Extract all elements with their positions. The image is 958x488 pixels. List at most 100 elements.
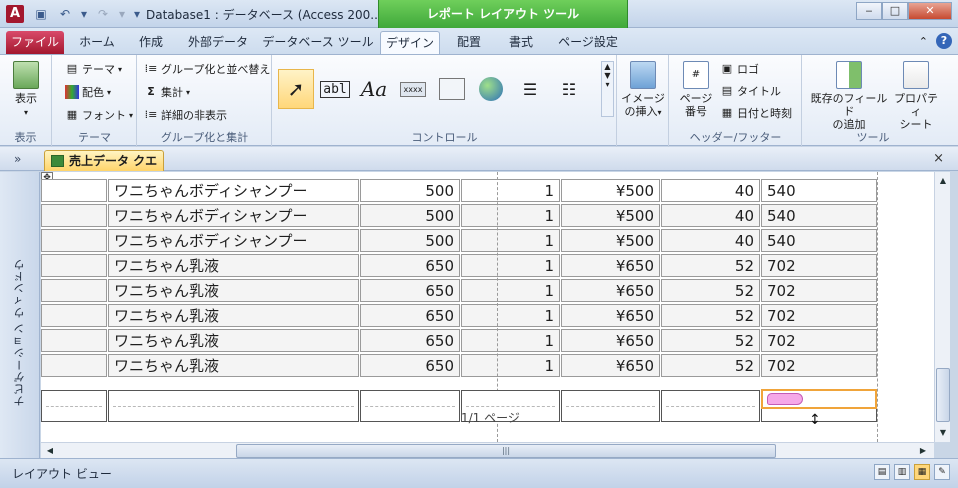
view-button[interactable]: 表示 ▾ [6,61,46,119]
cell-price[interactable]: 650 [360,354,460,377]
document-tab[interactable]: 売上データ クエリ [44,150,164,188]
cell-price[interactable]: 650 [360,254,460,277]
cell-amount[interactable]: ¥650 [561,354,660,377]
table-row[interactable]: ワニちゃん乳液 650 1 ¥650 52 702 [41,353,881,378]
cell-qty[interactable]: 1 [461,354,560,377]
footer-cell[interactable] [108,390,359,422]
cell-blank[interactable] [41,229,107,252]
cell-tax[interactable]: 52 [661,254,760,277]
select-pointer-icon[interactable]: ➚ [278,69,314,109]
tab-design[interactable]: デザイン [380,31,440,54]
cell-tax[interactable]: 52 [661,304,760,327]
cell-amount[interactable]: ¥650 [561,254,660,277]
cell-name[interactable]: ワニちゃん乳液 [108,329,359,352]
cell-tax[interactable]: 40 [661,204,760,227]
combo-box-icon[interactable]: ☰ [512,69,548,109]
cell-price[interactable]: 650 [360,304,460,327]
cell-blank[interactable] [41,254,107,277]
cell-tax[interactable]: 52 [661,354,760,377]
cell-price[interactable]: 500 [360,229,460,252]
tab-database-tools[interactable]: データベース ツール [262,31,374,54]
cell-qty[interactable]: 1 [461,304,560,327]
scroll-left-icon[interactable]: ◀ [43,444,57,458]
cell-blank[interactable] [41,204,107,227]
table-row[interactable]: ワニちゃん乳液 650 1 ¥650 52 702 [41,278,881,303]
cell-blank[interactable] [41,304,107,327]
cell-name[interactable]: ワニちゃん乳液 [108,254,359,277]
customize-qat-icon[interactable]: ▾ [132,5,142,23]
cell-total[interactable]: 702 [761,254,877,277]
cell-total[interactable]: 540 [761,229,877,252]
selected-control[interactable] [761,389,877,409]
cell-price[interactable]: 500 [360,179,460,202]
document-close-button[interactable]: × [933,151,944,166]
cell-tax[interactable]: 40 [661,229,760,252]
cell-name[interactable]: ワニちゃんボディシャンプー [108,179,359,202]
cell-name[interactable]: ワニちゃん乳液 [108,304,359,327]
tab-page-setup[interactable]: ページ設定 [550,31,626,54]
cell-total[interactable]: 702 [761,279,877,302]
theme-button[interactable]: ▤ テーマ ▾ [65,61,122,77]
tab-arrange[interactable]: 配置 [446,31,492,54]
cell-blank[interactable] [41,179,107,202]
cell-tax[interactable]: 52 [661,329,760,352]
totals-button[interactable]: Σ 集計 ▾ [144,84,190,100]
page-number-button[interactable]: # ページ 番号 [676,61,716,118]
cell-price[interactable]: 650 [360,329,460,352]
close-button[interactable]: ✕ [908,2,952,20]
gallery-scroll[interactable]: ▲ ▼ ▾ [601,61,614,117]
datetime-button[interactable]: ▦ 日付と時刻 [720,105,792,121]
cell-qty[interactable]: 1 [461,204,560,227]
save-icon[interactable]: ▣ [32,5,50,23]
nav-pane-toggle[interactable]: » [14,152,21,166]
tab-control-icon[interactable] [434,69,470,109]
cell-total[interactable]: 702 [761,304,877,327]
undo-icon[interactable]: ↶ [56,5,74,23]
cell-name[interactable]: ワニちゃんボディシャンプー [108,229,359,252]
textbox-control[interactable]: abl [317,69,353,109]
table-row[interactable]: ワニちゃんボディシャンプー 500 1 ¥500 40 540 [41,228,881,253]
property-sheet-button[interactable]: プロパティ シート [891,61,941,131]
hide-details-button[interactable]: ⁞≡ 詳細の非表示 [144,107,227,123]
group-sort-button[interactable]: ⁞≡ グループ化と並べ替え [144,61,271,77]
navigation-pane[interactable]: ナビゲーション ウィンドウ [0,172,40,458]
minimize-button[interactable]: ‒ [856,2,882,20]
access-app-icon[interactable]: A [6,5,24,23]
label-control[interactable]: Aa [356,69,392,109]
cell-blank[interactable] [41,279,107,302]
minimize-ribbon-icon[interactable]: ⌃ [919,35,928,48]
scroll-down-icon[interactable]: ▼ [936,426,950,440]
cell-amount[interactable]: ¥500 [561,229,660,252]
tab-create[interactable]: 作成 [126,31,176,54]
design-view-icon[interactable]: ✎ [934,464,950,480]
cell-total[interactable]: 702 [761,329,877,352]
cell-tax[interactable]: 40 [661,179,760,202]
cell-blank[interactable] [41,354,107,377]
tab-home[interactable]: ホーム [70,31,124,54]
cell-qty[interactable]: 1 [461,279,560,302]
cell-qty[interactable]: 1 [461,254,560,277]
scroll-right-icon[interactable]: ▶ [916,444,930,458]
table-row[interactable]: ワニちゃん乳液 650 1 ¥650 52 702 [41,328,881,353]
cell-qty[interactable]: 1 [461,229,560,252]
layout-view-icon[interactable]: ▦ [914,464,930,480]
hyperlink-globe-icon[interactable] [473,69,509,109]
footer-cell[interactable] [360,390,460,422]
table-row[interactable]: ワニちゃん乳液 650 1 ¥650 52 702 [41,253,881,278]
cell-price[interactable]: 500 [360,204,460,227]
tab-format[interactable]: 書式 [498,31,544,54]
logo-button[interactable]: ▣ ロゴ [720,61,759,77]
table-row[interactable]: ワニちゃんボディシャンプー 500 1 ¥500 40 540 [41,178,881,203]
cell-name[interactable]: ワニちゃんボディシャンプー [108,204,359,227]
colors-button[interactable]: 配色 ▾ [65,84,111,100]
footer-cell[interactable] [41,390,107,422]
title-button[interactable]: ▤ タイトル [720,83,781,99]
vertical-scroll-thumb[interactable] [936,368,950,422]
cell-total[interactable]: 540 [761,204,877,227]
redo-icon[interactable]: ↷ [94,5,112,23]
cell-amount[interactable]: ¥650 [561,279,660,302]
vertical-scrollbar[interactable]: ▲ ▼ [934,172,950,442]
horizontal-scrollbar[interactable]: ◀ ||| ▶ [41,442,934,458]
cell-qty[interactable]: 1 [461,179,560,202]
maximize-button[interactable]: □ [882,2,908,20]
